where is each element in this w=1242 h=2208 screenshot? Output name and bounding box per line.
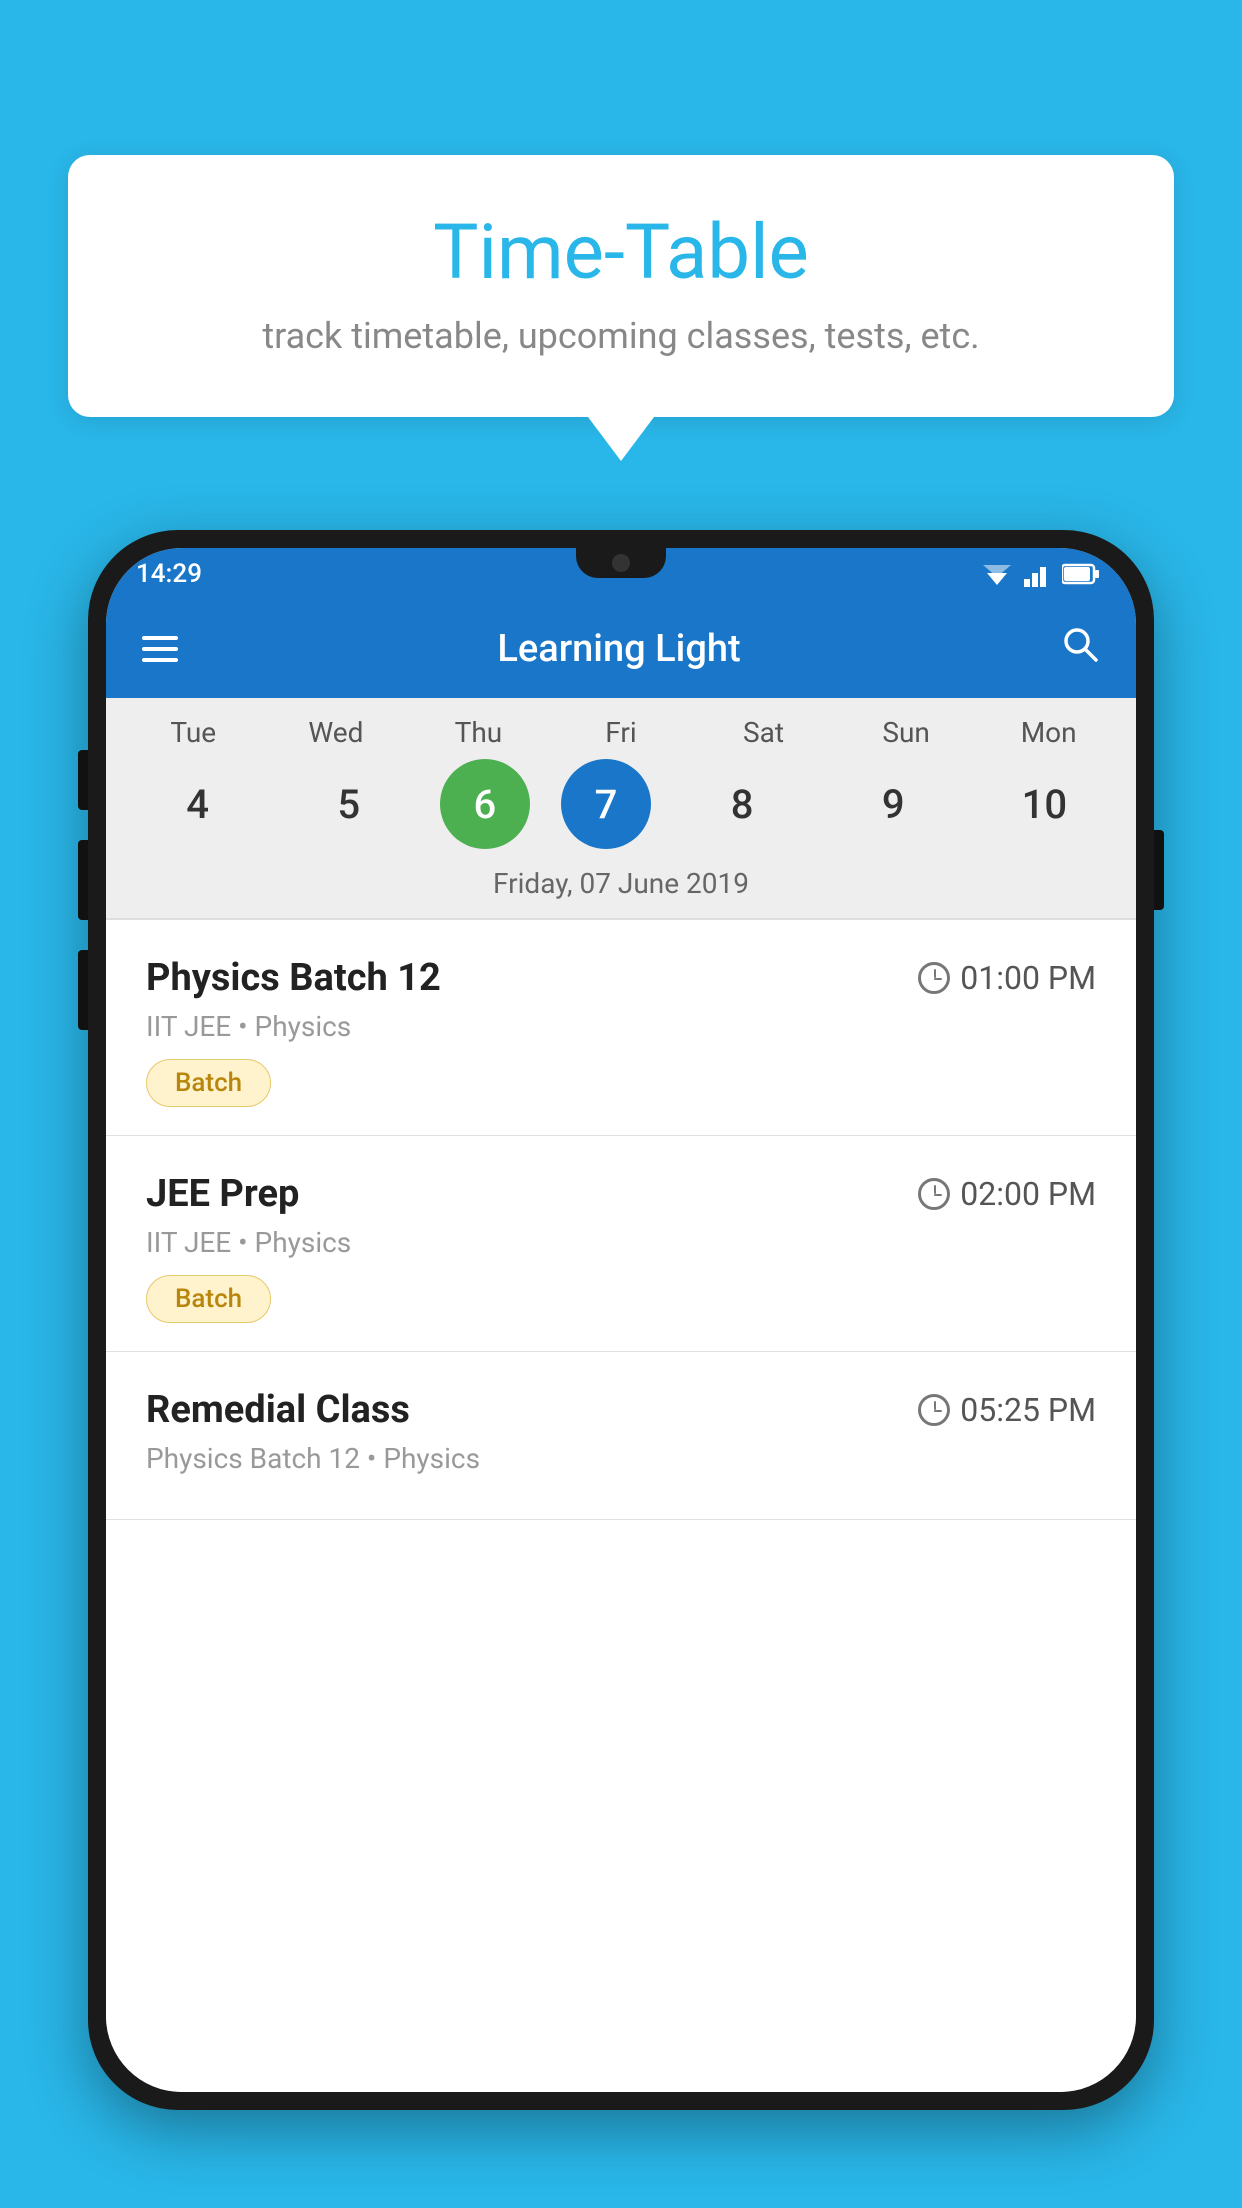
phone-mockup: 14:29 [88, 530, 1154, 2208]
clock-icon-3 [918, 1394, 950, 1426]
volume-up-button [78, 750, 88, 810]
schedule-time-label-3: 05:25 PM [960, 1391, 1096, 1429]
batch-tag-2: Batch [146, 1275, 271, 1323]
day-8[interactable]: 8 [682, 759, 802, 849]
schedule-item-row1-3: Remedial Class 05:25 PM [146, 1388, 1096, 1432]
day-header-thu: Thu [418, 716, 538, 749]
day-10[interactable]: 10 [984, 759, 1104, 849]
day-numbers: 4 5 6 7 8 9 10 [106, 749, 1136, 863]
selected-date-label: Friday, 07 June 2019 [106, 863, 1136, 918]
day-headers: Tue Wed Thu Fri Sat Sun Mon [106, 716, 1136, 749]
day-header-fri: Fri [561, 716, 681, 749]
status-icons [980, 561, 1100, 587]
schedule-item-3[interactable]: Remedial Class 05:25 PM Physics Batch 12… [106, 1352, 1136, 1520]
silent-button [78, 950, 88, 1030]
schedule-list: Physics Batch 12 01:00 PM IIT JEE • Phys… [106, 920, 1136, 2092]
day-4[interactable]: 4 [138, 759, 258, 849]
clock-icon-2 [918, 1178, 950, 1210]
batch-tag-1: Batch [146, 1059, 271, 1107]
app-bar: Learning Light [106, 600, 1136, 698]
schedule-item-row1-2: JEE Prep 02:00 PM [146, 1172, 1096, 1216]
menu-button[interactable] [142, 636, 178, 662]
schedule-time-3: 05:25 PM [918, 1391, 1096, 1429]
menu-line-2 [142, 647, 178, 651]
speech-bubble: Time-Table track timetable, upcoming cla… [68, 155, 1174, 417]
day-9[interactable]: 9 [833, 759, 953, 849]
schedule-subtitle-3: Physics Batch 12 • Physics [146, 1442, 1096, 1475]
schedule-time-2: 02:00 PM [918, 1175, 1096, 1213]
phone-notch [576, 548, 666, 578]
search-button[interactable] [1060, 624, 1100, 674]
day-header-sat: Sat [704, 716, 824, 749]
signal-icon [1024, 561, 1052, 587]
schedule-time-label-1: 01:00 PM [960, 959, 1096, 997]
schedule-subtitle-2: IIT JEE • Physics [146, 1226, 1096, 1259]
battery-icon [1062, 563, 1100, 585]
phone-screen: 14:29 [106, 548, 1136, 2092]
bubble-subtitle: track timetable, upcoming classes, tests… [128, 315, 1114, 357]
schedule-item-2[interactable]: JEE Prep 02:00 PM IIT JEE • Physics Batc… [106, 1136, 1136, 1352]
day-header-tue: Tue [133, 716, 253, 749]
schedule-title-2: JEE Prep [146, 1172, 299, 1216]
day-header-sun: Sun [846, 716, 966, 749]
volume-down-button [78, 840, 88, 920]
power-button [1154, 830, 1164, 910]
day-header-mon: Mon [989, 716, 1109, 749]
phone-outer: 14:29 [88, 530, 1154, 2110]
day-6-today[interactable]: 6 [440, 759, 530, 849]
menu-line-1 [142, 636, 178, 640]
schedule-item-row1-1: Physics Batch 12 01:00 PM [146, 956, 1096, 1000]
clock-icon-1 [918, 962, 950, 994]
bubble-title: Time-Table [128, 207, 1114, 297]
schedule-title-3: Remedial Class [146, 1388, 410, 1432]
menu-line-3 [142, 658, 178, 662]
day-header-wed: Wed [276, 716, 396, 749]
wifi-icon [980, 561, 1014, 587]
schedule-time-1: 01:00 PM [918, 959, 1096, 997]
schedule-subtitle-1: IIT JEE • Physics [146, 1010, 1096, 1043]
day-5[interactable]: 5 [289, 759, 409, 849]
day-7-selected[interactable]: 7 [561, 759, 651, 849]
schedule-time-label-2: 02:00 PM [960, 1175, 1096, 1213]
schedule-item-1[interactable]: Physics Batch 12 01:00 PM IIT JEE • Phys… [106, 920, 1136, 1136]
app-title: Learning Light [210, 627, 1028, 671]
schedule-title-1: Physics Batch 12 [146, 956, 441, 1000]
status-time: 14:29 [136, 559, 202, 589]
calendar-strip: Tue Wed Thu Fri Sat Sun Mon 4 5 6 7 8 9 … [106, 698, 1136, 920]
